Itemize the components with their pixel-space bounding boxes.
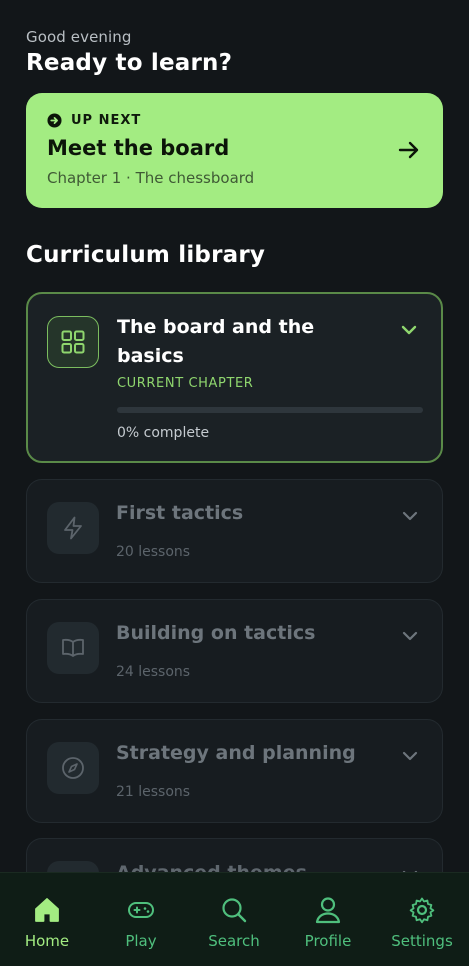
up-next-tag: UP NEXT [47,113,141,128]
chapter-title: Building on tactics [116,622,316,644]
nav-label: Home [24,932,70,950]
chapter-card[interactable]: Building on tactics 24 lessons [26,599,443,703]
gamepad-icon [128,902,154,918]
lightning-icon [64,516,82,540]
progress-bar [117,407,423,413]
chevron-down-icon[interactable] [399,320,419,340]
nav-item-settings[interactable]: Settings [377,895,467,950]
nav-item-profile[interactable]: Profile [283,895,373,950]
chapter-status: CURRENT CHAPTER [117,376,254,391]
nav-item-search[interactable]: Search [189,895,279,950]
arrow-circle-icon [47,113,62,128]
home-screen: Good evening Ready to learn? UP NEXT Mee… [0,0,469,966]
home-icon [35,898,59,922]
up-next-title: Meet the board [47,136,230,160]
chapter-card-current[interactable]: The board and the basics CURRENT CHAPTER… [26,292,443,463]
section-title: Curriculum library [26,242,266,268]
up-next-subtitle: Chapter 1 · The chessboard [47,169,255,187]
chapter-icon-box [47,316,99,368]
arrow-right-icon[interactable] [397,138,421,162]
chevron-down-icon[interactable] [400,626,420,646]
progress-label: 0% complete [117,425,210,441]
nav-label: Play [125,932,157,950]
nav-label: Search [208,932,260,950]
greeting-text: Good evening [26,28,132,46]
gear-icon [409,897,435,924]
chapter-title: The board and the basics [117,316,315,367]
lesson-count: 24 lessons [116,664,191,680]
search-icon [222,898,247,923]
chevron-down-icon[interactable] [400,506,420,526]
compass-icon [62,757,84,779]
book-icon [62,638,84,657]
chapter-card[interactable]: Strategy and planning 21 lessons [26,719,443,823]
page-title: Ready to learn? [26,50,233,76]
nav-label: Profile [304,932,352,950]
chapter-title: Strategy and planning [116,742,356,764]
chevron-down-icon[interactable] [400,746,420,766]
lesson-count: 20 lessons [116,544,191,560]
lesson-count: 21 lessons [116,784,191,800]
bottom-nav: Home Play Search Profile Settings [0,872,469,966]
grid-icon [61,330,85,354]
chapter-title: First tactics [116,502,244,524]
profile-icon [315,897,341,924]
nav-item-play[interactable]: Play [96,895,186,950]
nav-label: Settings [391,932,453,950]
up-next-label: UP NEXT [71,113,142,128]
chapter-card[interactable]: First tactics 20 lessons [26,479,443,583]
nav-item-home[interactable]: Home [2,895,92,950]
up-next-card[interactable]: UP NEXT Meet the board Chapter 1 · The c… [26,93,443,208]
chapter-icon-box [47,742,99,794]
chapter-icon-box [47,502,99,554]
chapter-icon-box [47,622,99,674]
